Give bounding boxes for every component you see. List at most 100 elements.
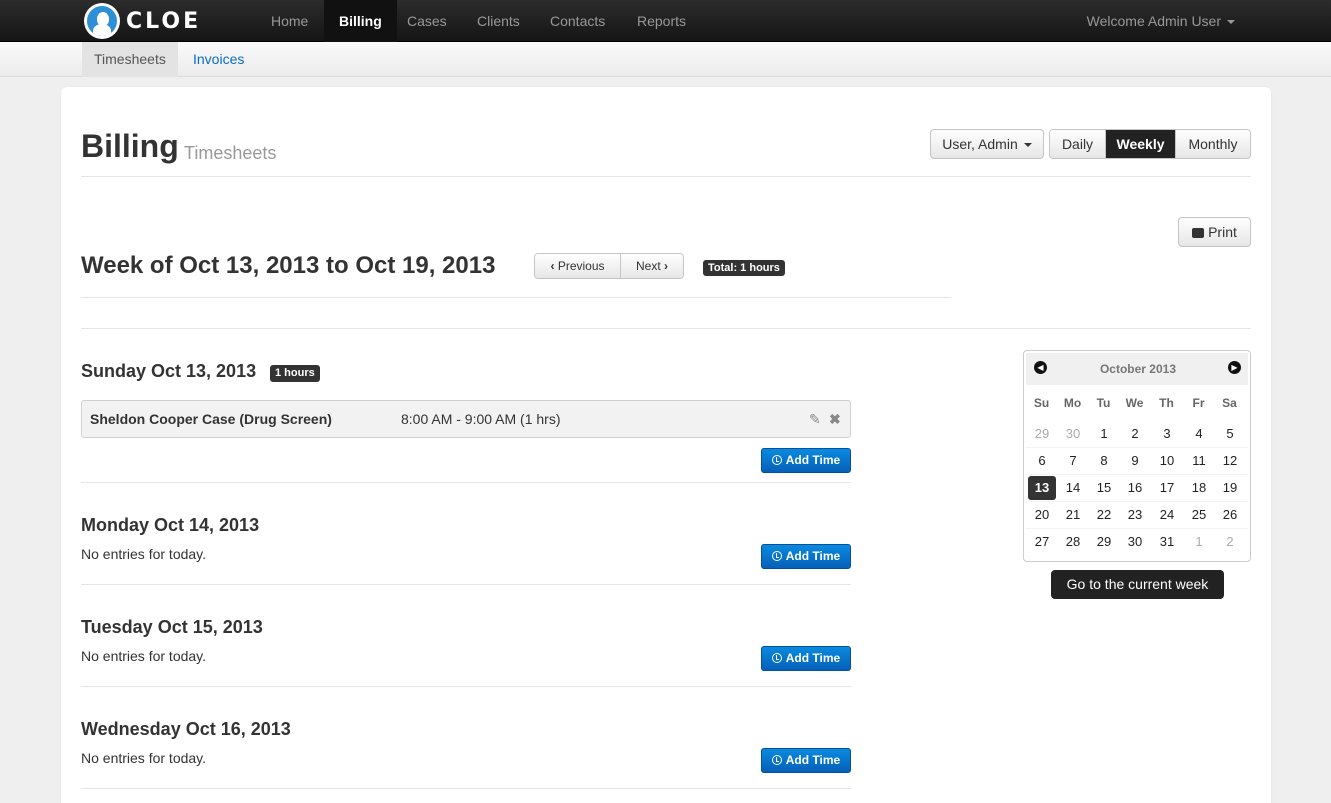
day-divider (81, 482, 851, 483)
calendar-day[interactable]: 7 (1059, 449, 1087, 473)
page-title: Billing (81, 128, 179, 164)
user-select-label: User, Admin (942, 136, 1018, 152)
cloe-logo[interactable]: CLOE (84, 3, 201, 39)
print-label: Print (1208, 224, 1237, 240)
nav-cases[interactable]: Cases (392, 0, 462, 42)
week-divider (81, 297, 951, 298)
chevron-down-icon (1023, 143, 1032, 148)
week-title: Week of Oct 13, 2013 to Oct 19, 2013 (81, 252, 496, 279)
calendar-day[interactable]: 22 (1090, 503, 1118, 527)
print-button[interactable]: Print (1178, 217, 1251, 247)
chevron-right-icon: › (664, 259, 669, 273)
chevron-left-icon: ‹ (550, 259, 555, 273)
calendar-day[interactable]: 28 (1059, 530, 1087, 554)
calendar-row-divider (1026, 528, 1248, 529)
timesheet-entry[interactable]: Sheldon Cooper Case (Drug Screen) 8:00 A… (81, 400, 851, 438)
calendar-day[interactable]: 5 (1216, 422, 1244, 446)
calendar-day[interactable]: 30 (1121, 530, 1149, 554)
calendar-day[interactable]: 4 (1185, 422, 1213, 446)
next-week-button[interactable]: Next › (621, 254, 683, 278)
sub-navbar: Timesheets Invoices (0, 42, 1331, 77)
welcome-text: Welcome Admin User (1086, 13, 1221, 29)
add-time-button-tuesday[interactable]: Add Time (761, 646, 851, 671)
clock-icon (771, 551, 782, 561)
calendar-day[interactable]: 14 (1059, 476, 1087, 500)
day-divider (81, 686, 851, 687)
previous-label: Previous (557, 259, 605, 273)
calendar-day[interactable]: 21 (1059, 503, 1087, 527)
calendar-row-divider (1026, 501, 1248, 502)
day-title-tuesday: Tuesday Oct 15, 2013 (81, 617, 263, 637)
calendar-dow: Sa (1222, 396, 1237, 410)
calendar-day[interactable]: 10 (1153, 449, 1181, 473)
subnav-invoices[interactable]: Invoices (181, 42, 256, 77)
calendar-row-divider (1026, 447, 1248, 448)
calendar-day[interactable]: 19 (1216, 476, 1244, 500)
calendar-day[interactable]: 16 (1121, 476, 1149, 500)
add-time-button-monday[interactable]: Add Time (761, 544, 851, 569)
total-hours-badge: Total: 1 hours (703, 260, 785, 276)
nav-home[interactable]: Home (256, 0, 323, 42)
previous-week-button[interactable]: ‹ Previous (535, 254, 621, 278)
calendar-day[interactable]: 1 (1090, 422, 1118, 446)
nav-clients[interactable]: Clients (462, 0, 535, 42)
view-daily-button[interactable]: Daily (1050, 130, 1106, 158)
delete-icon[interactable]: ✖ (829, 411, 841, 428)
calendar-day[interactable]: 1 (1185, 530, 1213, 554)
next-month-icon[interactable]: ▶ (1228, 361, 1241, 374)
add-time-button-sunday[interactable]: Add Time (761, 448, 851, 473)
view-toggle: Daily Weekly Monthly (1049, 129, 1251, 159)
calendar-day[interactable]: 11 (1185, 449, 1213, 473)
edit-pencil-icon[interactable]: ✎ (809, 411, 821, 428)
chevron-down-icon (1227, 20, 1235, 25)
calendar-dow: Fr (1192, 396, 1205, 410)
subnav-timesheets[interactable]: Timesheets (82, 42, 178, 77)
calendar-day[interactable]: 12 (1216, 449, 1244, 473)
day-title-sunday: Sunday Oct 13, 2013 (81, 361, 257, 381)
user-select-dropdown[interactable]: User, Admin (930, 129, 1044, 159)
calendar-day[interactable]: 2 (1216, 530, 1244, 554)
calendar-day[interactable]: 20 (1028, 503, 1056, 527)
calendar-day[interactable]: 6 (1028, 449, 1056, 473)
calendar-day[interactable]: 8 (1090, 449, 1118, 473)
calendar-day[interactable]: 27 (1028, 530, 1056, 554)
calendar-month: October 2013 (1099, 362, 1177, 376)
logo-text: CLOE (126, 8, 202, 34)
calendar-dow: Tu (1096, 396, 1111, 410)
calendar-dow: We (1125, 396, 1144, 410)
calendar-day[interactable]: 23 (1121, 503, 1149, 527)
nav-contacts[interactable]: Contacts (535, 0, 620, 42)
calendar-day[interactable]: 18 (1185, 476, 1213, 500)
nav-billing[interactable]: Billing (324, 0, 397, 42)
calendar-day[interactable]: 24 (1153, 503, 1181, 527)
page-subtitle: Timesheets (184, 143, 277, 163)
user-menu[interactable]: Welcome Admin User (1087, 0, 1235, 42)
calendar-day[interactable]: 29 (1090, 530, 1118, 554)
calendar-day[interactable]: 13 (1028, 476, 1056, 500)
no-entries-text: No entries for today. (81, 648, 207, 664)
calendar-dow: Su (1033, 396, 1050, 410)
calendar-day[interactable]: 3 (1153, 422, 1181, 446)
calendar-day[interactable]: 30 (1059, 422, 1087, 446)
calendar-day[interactable]: 9 (1121, 449, 1149, 473)
no-entries-text: No entries for today. (81, 546, 207, 562)
add-time-label: Add Time (785, 549, 841, 563)
day-title-monday: Monday Oct 14, 2013 (81, 515, 260, 535)
calendar-day[interactable]: 29 (1028, 422, 1056, 446)
calendar-day[interactable]: 25 (1185, 503, 1213, 527)
calendar-day[interactable]: 17 (1153, 476, 1181, 500)
header-divider (81, 176, 1251, 177)
calendar-day[interactable]: 31 (1153, 530, 1181, 554)
view-weekly-button[interactable]: Weekly (1106, 130, 1176, 158)
entry-time: 8:00 AM - 9:00 AM (1 hrs) (401, 411, 561, 427)
day-hours-badge: 1 hours (270, 365, 320, 382)
calendar-day[interactable]: 15 (1090, 476, 1118, 500)
view-monthly-button[interactable]: Monthly (1176, 130, 1250, 158)
calendar-row-divider (1026, 474, 1248, 475)
calendar-day[interactable]: 2 (1121, 422, 1149, 446)
calendar-day[interactable]: 26 (1216, 503, 1244, 527)
clock-icon (771, 455, 782, 465)
nav-reports[interactable]: Reports (622, 0, 701, 42)
add-time-button-wednesday[interactable]: Add Time (761, 748, 851, 773)
current-week-button[interactable]: Go to the current week (1051, 570, 1224, 599)
